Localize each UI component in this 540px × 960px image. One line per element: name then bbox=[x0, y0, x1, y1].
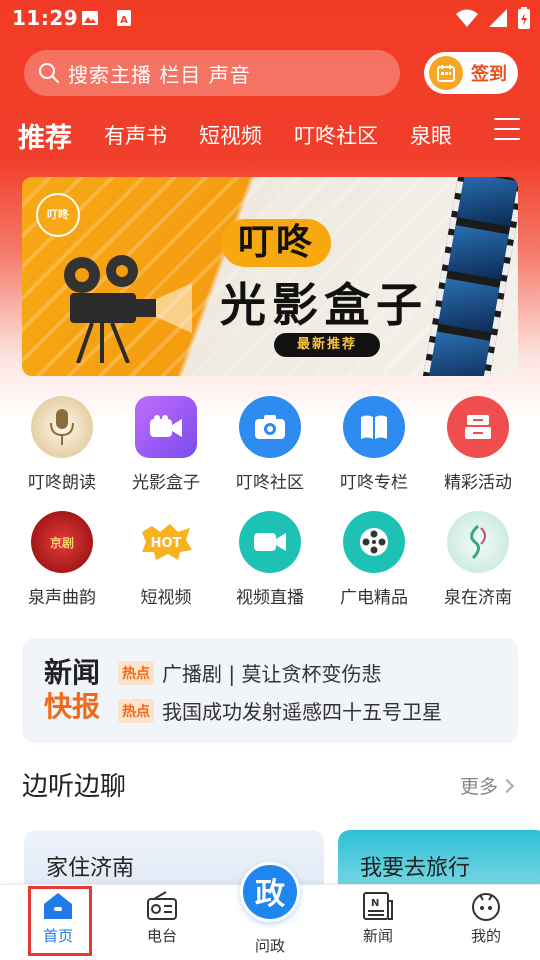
sign-in-button[interactable]: 签到 bbox=[424, 52, 518, 94]
svg-text:HOT: HOT bbox=[151, 536, 182, 551]
nav-radio[interactable]: 电台 bbox=[112, 885, 212, 960]
hot-icon: HOT bbox=[135, 511, 197, 573]
news-item[interactable]: 热点 我国成功发射遥感四十五号卫星 bbox=[118, 696, 442, 725]
cell-signal-icon bbox=[489, 9, 507, 27]
banner-badge: 最新推荐 bbox=[274, 333, 380, 357]
grid-item-activity[interactable]: 精彩活动 bbox=[426, 396, 530, 493]
grid-item-live[interactable]: 视频直播 bbox=[218, 511, 322, 608]
search-icon bbox=[39, 63, 59, 83]
topic-card-title: 我要去旅行 bbox=[360, 856, 471, 881]
grid-item-short-video[interactable]: HOT 短视频 bbox=[114, 511, 218, 608]
image-notification-icon bbox=[82, 11, 98, 25]
section-title: 边听边聊 bbox=[22, 772, 127, 802]
download-notification-icon: A bbox=[117, 10, 131, 26]
status-bar: 11:29 A bbox=[0, 0, 540, 38]
radio-icon bbox=[147, 891, 177, 920]
more-link[interactable]: 更多 bbox=[460, 772, 515, 799]
nav-news[interactable]: N 新闻 bbox=[328, 885, 428, 960]
svg-text:京剧: 京剧 bbox=[50, 535, 74, 550]
politics-icon[interactable]: 政 bbox=[240, 862, 300, 922]
banner-brand: 叮咚 bbox=[221, 219, 331, 267]
grid-item-lightbox[interactable]: 光影盒子 bbox=[114, 396, 218, 493]
grid-item-jinan[interactable]: 泉在济南 bbox=[426, 511, 530, 608]
grid-item-column[interactable]: 叮咚专栏 bbox=[322, 396, 426, 493]
tab-audiobook[interactable]: 有声书 bbox=[104, 114, 167, 158]
chevron-right-icon bbox=[499, 778, 515, 793]
nav-home-highlight bbox=[28, 886, 92, 956]
opera-icon: 京剧 bbox=[31, 511, 93, 573]
hot-badge: 热点 bbox=[118, 698, 154, 723]
news-flash-card[interactable]: 新闻 快报 热点 广播剧 | 莫让贪杯变伤悲 热点 我国成功发射遥感四十五号卫星 bbox=[22, 638, 518, 743]
search-placeholder: 搜索主播 栏目 声音 bbox=[68, 62, 251, 87]
search-input[interactable]: 搜索主播 栏目 声音 bbox=[24, 50, 400, 96]
tab-recommend[interactable]: 推荐 bbox=[18, 114, 72, 158]
hot-badge: 热点 bbox=[118, 660, 154, 685]
tab-quanyan[interactable]: 泉眼 bbox=[410, 114, 452, 158]
film-reel-icon bbox=[343, 511, 405, 573]
camera-icon bbox=[239, 396, 301, 458]
tab-community[interactable]: 叮咚社区 bbox=[294, 114, 378, 158]
category-tabs: 推荐 有声书 短视频 叮咚社区 泉眼 bbox=[18, 114, 478, 158]
grid-item-reading[interactable]: 叮咚朗读 bbox=[10, 396, 114, 493]
news-headline: 广播剧 | 莫让贪杯变伤悲 bbox=[162, 662, 382, 686]
banner-title: 光影盒子 bbox=[220, 278, 428, 332]
tab-short-video[interactable]: 短视频 bbox=[199, 114, 262, 158]
wifi-icon bbox=[456, 9, 478, 27]
live-camera-icon bbox=[239, 511, 301, 573]
sign-in-label: 签到 bbox=[471, 64, 507, 85]
grid-item-premium[interactable]: 广电精品 bbox=[322, 511, 426, 608]
activity-icon bbox=[447, 396, 509, 458]
news-flash-brand: 新闻 快报 bbox=[44, 656, 101, 723]
newspaper-icon: N bbox=[363, 892, 393, 920]
calendar-icon bbox=[429, 56, 463, 90]
grid-item-community[interactable]: 叮咚社区 bbox=[218, 396, 322, 493]
spring-icon bbox=[447, 511, 509, 573]
book-icon bbox=[343, 396, 405, 458]
video-camera-icon bbox=[135, 396, 197, 458]
status-time: 11:29 bbox=[12, 6, 79, 30]
banner-logo: 叮咚 bbox=[36, 193, 80, 237]
svg-text:A: A bbox=[120, 15, 128, 26]
profile-icon bbox=[472, 893, 500, 921]
microphone-icon bbox=[31, 396, 93, 458]
svg-text:N: N bbox=[371, 898, 379, 909]
grid-item-opera[interactable]: 京剧 泉声曲韵 bbox=[10, 511, 114, 608]
topic-card-title: 家住济南 bbox=[46, 856, 135, 881]
menu-icon[interactable] bbox=[494, 118, 520, 144]
news-headline: 我国成功发射遥感四十五号卫星 bbox=[162, 700, 442, 724]
news-item[interactable]: 热点 广播剧 | 莫让贪杯变伤悲 bbox=[118, 658, 381, 687]
film-projector-icon bbox=[64, 255, 192, 363]
feature-grid: 叮咚朗读 光影盒子 叮咚社区 叮咚专栏 精彩活动 京剧 泉声曲韵 HOT 短视频… bbox=[10, 396, 530, 618]
battery-icon bbox=[518, 7, 530, 29]
promo-banner[interactable]: 叮咚 叮咚 光影盒子 最新推荐 bbox=[22, 177, 518, 376]
nav-profile[interactable]: 我的 bbox=[436, 885, 536, 960]
